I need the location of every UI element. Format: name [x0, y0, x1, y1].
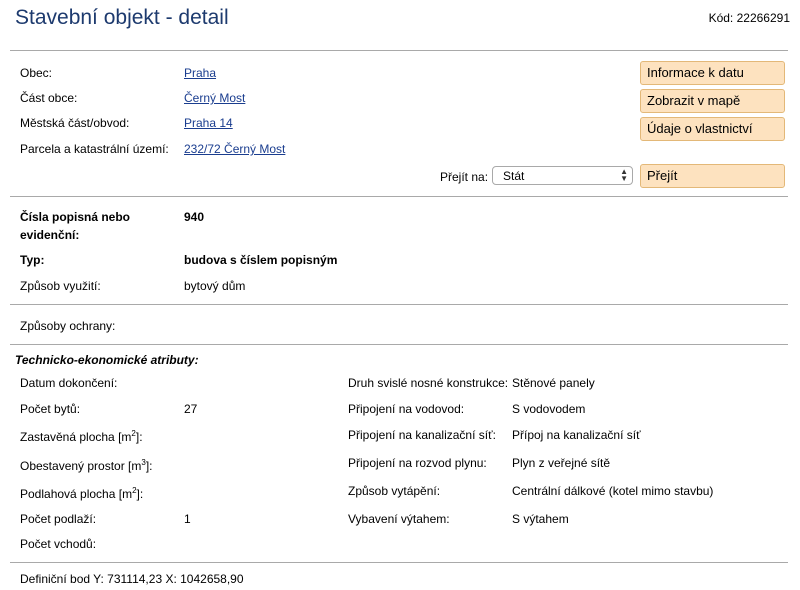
pocet-podlazi-label: Počet podlaží:	[20, 512, 97, 526]
divider	[10, 344, 788, 345]
plyn-value: Plyn z veřejné sítě	[512, 456, 611, 470]
cislo-popisne-label-line1: Čísla popisná nebo	[20, 210, 131, 224]
goto-label: Přejít na:	[440, 170, 489, 184]
vytah-value: S výtahem	[512, 512, 569, 526]
vodovod-label: Připojení na vodovod:	[348, 402, 465, 416]
kanalizace-label: Připojení na kanalizační síť:	[348, 428, 496, 442]
zpusob-vyuziti-value: bytový dům	[184, 279, 246, 293]
divider	[10, 562, 788, 563]
zpusoby-ochrany-label: Způsoby ochrany:	[20, 319, 116, 333]
divider	[10, 196, 788, 197]
prejit-button[interactable]: Přejít	[640, 164, 785, 188]
select-arrows-icon: ▲ ▼	[620, 167, 628, 183]
udaje-o-vlastnictvi-button[interactable]: Údaje o vlastnictví	[640, 117, 785, 141]
obec-label: Obec:	[20, 66, 53, 80]
vytapeni-value: Centrální dálkové (kotel mimo stavbu)	[512, 484, 714, 498]
divider	[10, 304, 788, 305]
goto-selected-value: Stát	[503, 169, 525, 183]
zobrazit-v-mape-button[interactable]: Zobrazit v mapě	[640, 89, 785, 113]
goto-select[interactable]: Stát ▲ ▼	[492, 166, 633, 185]
zastavena-plocha-label: Zastavěná plocha [m2]:	[20, 429, 143, 444]
divider	[10, 50, 788, 51]
info-k-datu-button[interactable]: Informace k datu	[640, 61, 785, 85]
vytapeni-label: Způsob vytápění:	[348, 484, 441, 498]
cislo-popisne-value: 940	[184, 210, 205, 224]
cast-obce-link[interactable]: Černý Most	[184, 91, 245, 105]
technical-section-title: Technicko-ekonomické atributy:	[15, 353, 199, 367]
kanalizace-value: Přípoj na kanalizační síť	[512, 428, 641, 442]
pocet-vchodu-label: Počet vchodů:	[20, 537, 97, 551]
plyn-label: Připojení na rozvod plynu:	[348, 456, 487, 470]
zpusob-vyuziti-label: Způsob využití:	[20, 279, 101, 293]
typ-label: Typ:	[20, 253, 45, 267]
obec-link[interactable]: Praha	[184, 66, 216, 80]
vodovod-value: S vodovodem	[512, 402, 586, 416]
object-code: Kód: 22266291	[708, 11, 790, 25]
konstrukce-value: Stěnové panely	[512, 376, 595, 390]
vytah-label: Vybavení výtahem:	[348, 512, 450, 526]
parcela-link[interactable]: 232/72 Černý Most	[184, 142, 285, 156]
cast-obce-label: Část obce:	[20, 91, 78, 105]
pocet-podlazi-value: 1	[184, 512, 191, 526]
pocet-bytu-value: 27	[184, 402, 198, 416]
datum-dokonceni-label: Datum dokončení:	[20, 376, 118, 390]
cislo-popisne-label-line2: evidenční:	[20, 228, 80, 242]
mestska-cast-link[interactable]: Praha 14	[184, 116, 233, 130]
definicni-bod: Definiční bod Y: 731114,23 X: 1042658,90	[20, 572, 244, 586]
page-title: Stavební objekt - detail	[15, 6, 229, 29]
podlahova-plocha-label: Podlahová plocha [m2]:	[20, 486, 144, 501]
mestska-cast-label: Městská část/obvod:	[20, 116, 130, 130]
obestaveny-prostor-label: Obestavený prostor [m3]:	[20, 458, 153, 473]
pocet-bytu-label: Počet bytů:	[20, 402, 81, 416]
parcela-label: Parcela a katastrální území:	[20, 142, 169, 156]
konstrukce-label: Druh svislé nosné konstrukce:	[348, 376, 509, 390]
typ-value: budova s číslem popisným	[184, 253, 338, 267]
